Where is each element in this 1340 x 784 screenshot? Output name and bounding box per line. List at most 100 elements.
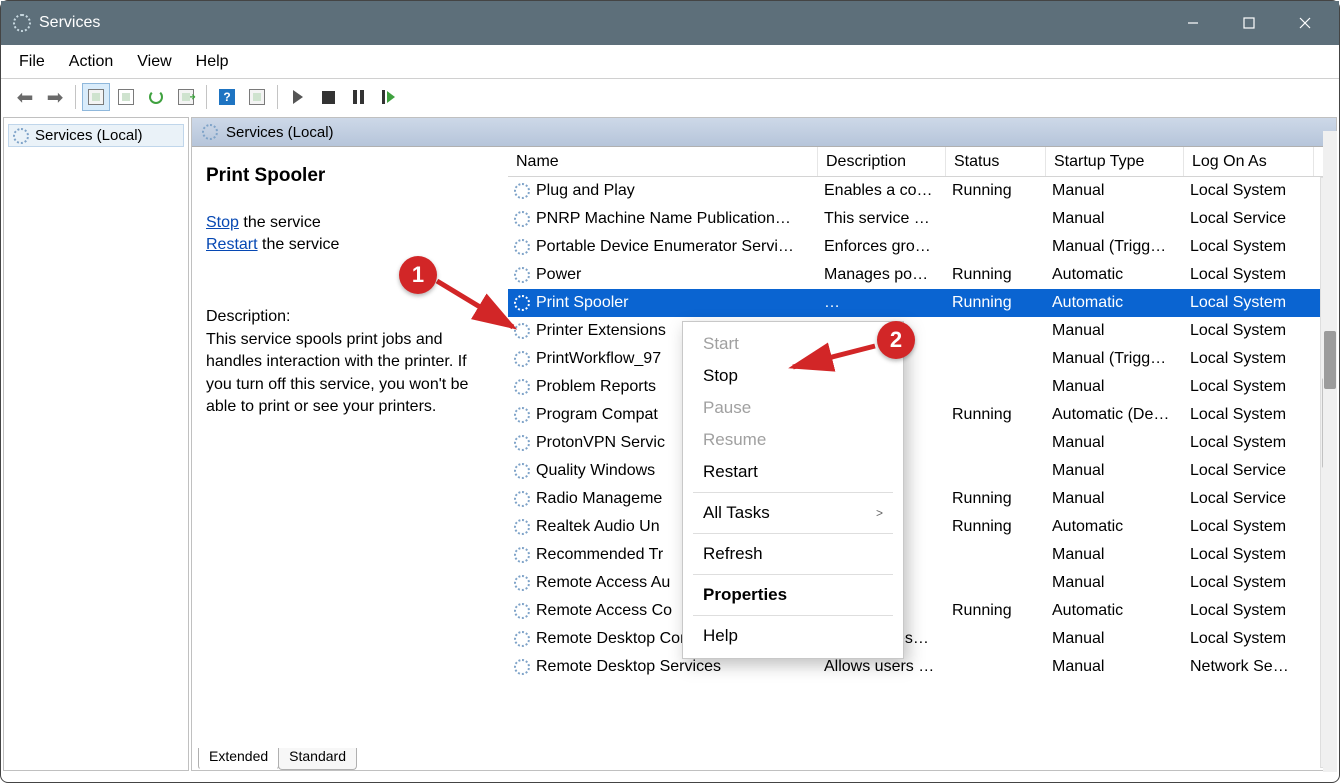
gear-icon — [202, 124, 218, 140]
service-desc: Allows users … — [818, 658, 946, 676]
service-startup: Manual (Trigg… — [1046, 350, 1184, 368]
context-menu: Start Stop Pause Resume Restart All Task… — [682, 321, 904, 659]
service-row[interactable]: Remote Access Codi…RunningAutomaticLocal… — [508, 597, 1336, 625]
service-row[interactable]: Plug and PlayEnables a co…RunningManualL… — [508, 177, 1336, 205]
help-button[interactable]: ? — [213, 83, 241, 111]
tree-services-local[interactable]: Services (Local) — [8, 124, 184, 147]
service-logon: Local System — [1184, 238, 1314, 256]
toolbar: ⬅ ➡ ➜ ? — [1, 79, 1339, 115]
service-logon: Local System — [1184, 518, 1314, 536]
service-status: Running — [946, 518, 1046, 536]
forward-button[interactable]: ➡ — [41, 83, 69, 111]
service-desc: This service … — [818, 210, 946, 228]
gear-icon — [514, 183, 530, 199]
service-startup: Automatic — [1046, 266, 1184, 284]
service-row[interactable]: PrintWorkflow_97Manual (Trigg…Local Syst… — [508, 345, 1336, 373]
gear-icon — [514, 435, 530, 451]
gear-icon — [514, 323, 530, 339]
col-description[interactable]: Description — [818, 147, 946, 176]
service-startup: Manual — [1046, 630, 1184, 648]
service-startup: Manual — [1046, 182, 1184, 200]
ctx-restart[interactable]: Restart — [683, 456, 903, 488]
ctx-all-tasks[interactable]: All Tasks> — [683, 497, 903, 529]
service-row[interactable]: Radio Manageme…RunningManualLocal Servic… — [508, 485, 1336, 513]
ctx-refresh[interactable]: Refresh — [683, 538, 903, 570]
col-startup-type[interactable]: Startup Type — [1046, 147, 1184, 176]
close-button[interactable] — [1277, 1, 1333, 45]
stop-service-button[interactable] — [314, 83, 342, 111]
service-row[interactable]: Remote Desktop ConfigurationRemote Des…M… — [508, 625, 1336, 653]
gear-icon — [514, 267, 530, 283]
service-startup: Manual (Trigg… — [1046, 238, 1184, 256]
service-row[interactable]: Program Compate …RunningAutomatic (De…Lo… — [508, 401, 1336, 429]
service-desc: Manages po… — [818, 266, 946, 284]
menu-view[interactable]: View — [127, 49, 181, 75]
tab-extended[interactable]: Extended — [198, 748, 279, 770]
service-row[interactable]: Recommended Trut…ManualLocal System — [508, 541, 1336, 569]
service-row[interactable]: ProtonVPN ServicManualLocal System — [508, 429, 1336, 457]
service-name: Program Compat — [536, 406, 658, 424]
service-logon: Local System — [1184, 546, 1314, 564]
tab-standard[interactable]: Standard — [278, 748, 357, 770]
service-logon: Local System — [1184, 182, 1314, 200]
service-row[interactable]: Realtek Audio Undi…RunningAutomaticLocal… — [508, 513, 1336, 541]
service-row[interactable]: PowerManages po…RunningAutomaticLocal Sy… — [508, 261, 1336, 289]
service-row[interactable]: Remote Access Auco…ManualLocal System — [508, 569, 1336, 597]
col-name[interactable]: Name — [508, 147, 818, 176]
stop-link[interactable]: Stop — [206, 214, 239, 231]
service-name: Quality Windows — [536, 462, 655, 480]
service-row[interactable]: Remote Desktop ServicesAllows users …Man… — [508, 653, 1336, 681]
service-logon: Local Service — [1184, 462, 1314, 480]
restart-service-button[interactable] — [374, 83, 402, 111]
bottom-tabs: Extended Standard — [192, 748, 356, 770]
window-title: Services — [39, 14, 1165, 32]
menu-action[interactable]: Action — [59, 49, 123, 75]
pane-header-label: Services (Local) — [226, 124, 334, 141]
pause-service-button[interactable] — [344, 83, 372, 111]
col-log-on-as[interactable]: Log On As — [1184, 147, 1314, 176]
window-scrollbar[interactable] — [1323, 131, 1337, 772]
columns-button[interactable] — [243, 83, 271, 111]
title-bar: Services — [1, 1, 1339, 45]
pane-header: Services (Local) — [192, 118, 1336, 146]
show-hide-tree-button[interactable] — [82, 83, 110, 111]
export-list-button[interactable]: ➜ — [172, 83, 200, 111]
service-row[interactable]: Printer Extensions…ManualLocal System — [508, 317, 1336, 345]
properties-button[interactable] — [112, 83, 140, 111]
service-status: Running — [946, 294, 1046, 312]
menu-file[interactable]: File — [9, 49, 55, 75]
service-startup: Manual — [1046, 322, 1184, 340]
minimize-button[interactable] — [1165, 1, 1221, 45]
service-name: Portable Device Enumerator Servi… — [536, 238, 794, 256]
service-startup: Manual — [1046, 434, 1184, 452]
menu-help[interactable]: Help — [186, 49, 239, 75]
service-row[interactable]: Portable Device Enumerator Servi… Enforce… — [508, 233, 1336, 261]
service-logon: Local System — [1184, 266, 1314, 284]
col-status[interactable]: Status — [946, 147, 1046, 176]
service-row[interactable]: PNRP Machine Name Publication…This servi… — [508, 205, 1336, 233]
restart-link[interactable]: Restart — [206, 236, 258, 253]
ctx-stop[interactable]: Stop — [683, 360, 903, 392]
ctx-start: Start — [683, 328, 903, 360]
chevron-right-icon: > — [876, 506, 883, 520]
service-desc: Enforces gro… — [818, 238, 946, 256]
service-name: PrintWorkflow_97 — [536, 350, 661, 368]
service-list: Name Description Status Startup Type Log… — [508, 147, 1336, 770]
refresh-button[interactable] — [142, 83, 170, 111]
service-status: Running — [946, 406, 1046, 424]
gear-icon — [514, 239, 530, 255]
service-startup: Manual — [1046, 490, 1184, 508]
service-row[interactable]: Quality Windowsi…ManualLocal Service — [508, 457, 1336, 485]
service-row[interactable]: Problem Reportse …ManualLocal System — [508, 373, 1336, 401]
ctx-help[interactable]: Help — [683, 620, 903, 652]
service-startup: Automatic — [1046, 518, 1184, 536]
maximize-button[interactable] — [1221, 1, 1277, 45]
annotation-badge-1: 1 — [399, 256, 437, 294]
gear-icon — [514, 211, 530, 227]
back-button[interactable]: ⬅ — [11, 83, 39, 111]
service-name: Problem Reports — [536, 378, 656, 396]
scrollbar-thumb[interactable] — [1324, 331, 1336, 389]
start-service-button[interactable] — [284, 83, 312, 111]
ctx-properties[interactable]: Properties — [683, 579, 903, 611]
service-row[interactable]: Print Spooler…RunningAutomaticLocal Syst… — [508, 289, 1336, 317]
